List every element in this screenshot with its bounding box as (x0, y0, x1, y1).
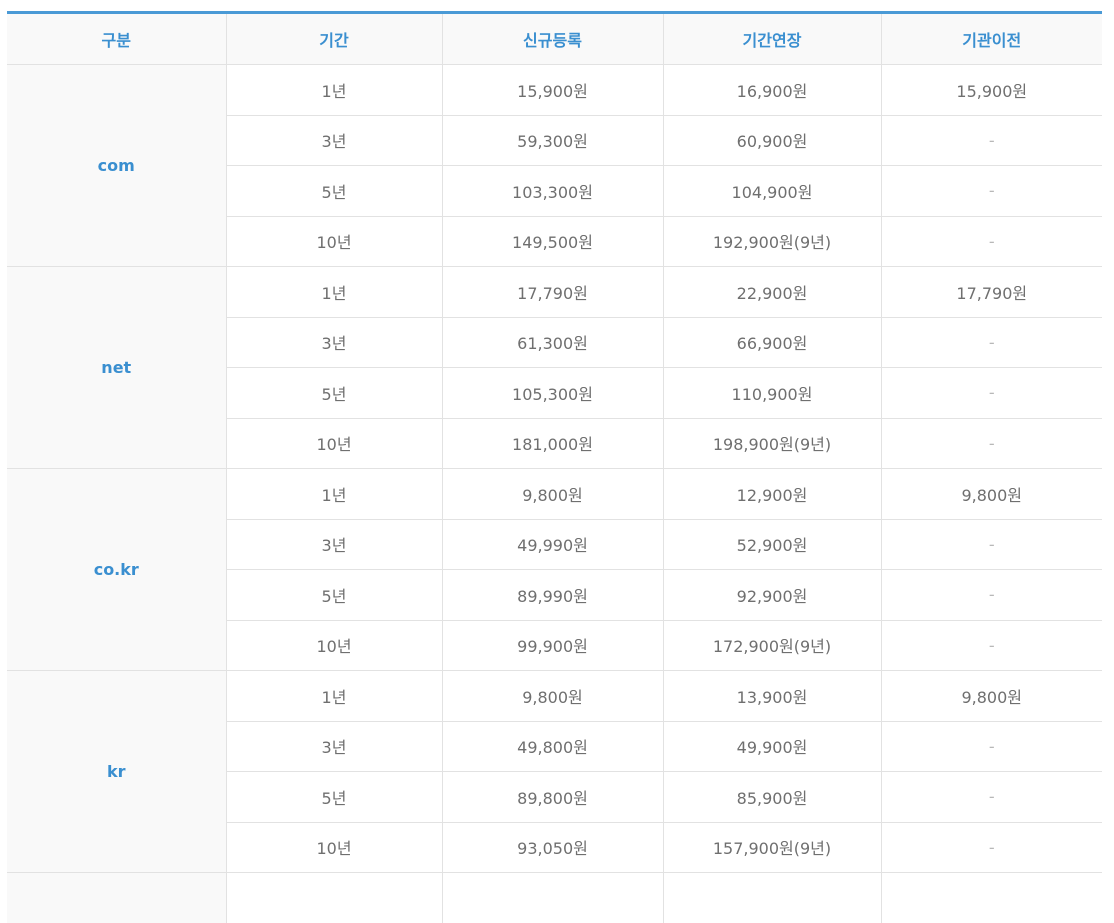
transfer-price-cell: - (881, 368, 1102, 419)
renewal-price-cell: 22,900원 (663, 267, 881, 318)
header-transfer: 기관이전 (881, 13, 1102, 65)
new-registration-price-cell: 17,790원 (442, 267, 663, 318)
domain-category-cell: kr (7, 671, 226, 873)
renewal-price-cell: 110,900원 (663, 368, 881, 419)
period-cell: 10년 (226, 620, 442, 671)
period-cell: 1년 (226, 267, 442, 318)
new-registration-price-cell: 99,900원 (442, 620, 663, 671)
renewal-price-cell: 198,900원(9년) (663, 418, 881, 469)
period-cell: 10년 (226, 418, 442, 469)
renewal-price-cell: 60,900원 (663, 115, 881, 166)
table-row: com1년15,900원16,900원15,900원 (7, 65, 1102, 116)
new-registration-price-cell: 59,300원 (442, 115, 663, 166)
transfer-price-cell: - (881, 317, 1102, 368)
renewal-price-cell: 192,900원(9년) (663, 216, 881, 267)
domain-category-cell: com (7, 65, 226, 267)
renewal-price-cell: 157,900원(9년) (663, 822, 881, 873)
renewal-price-cell: 92,900원 (663, 570, 881, 621)
new-registration-price-cell: 89,990원 (442, 570, 663, 621)
transfer-price-cell: 9,800원 (881, 469, 1102, 520)
new-registration-price-cell: 149,500원 (442, 216, 663, 267)
header-period: 기간 (226, 13, 442, 65)
transfer-price-cell: 17,790원 (881, 267, 1102, 318)
header-renewal: 기간연장 (663, 13, 881, 65)
header-category: 구분 (7, 13, 226, 65)
domain-category-cell: co.kr (7, 469, 226, 671)
period-cell: 10년 (226, 216, 442, 267)
table-row: net1년17,790원22,900원17,790원 (7, 267, 1102, 318)
table-body: com1년15,900원16,900원15,900원3년59,300원60,90… (7, 65, 1102, 923)
renewal-price-cell: 66,900원 (663, 317, 881, 368)
period-cell: 5년 (226, 166, 442, 217)
renewal-price-cell: 104,900원 (663, 166, 881, 217)
renewal-price-cell: 12,900원 (663, 469, 881, 520)
renewal-price-cell: 172,900원(9년) (663, 620, 881, 671)
period-cell: 3년 (226, 317, 442, 368)
new-registration-price-cell: 9,800원 (442, 469, 663, 520)
period-cell: 1년 (226, 671, 442, 722)
new-registration-price-cell: 61,300원 (442, 317, 663, 368)
empty-cell (881, 873, 1102, 923)
transfer-price-cell: - (881, 115, 1102, 166)
domain-category-cell: net (7, 267, 226, 469)
period-cell: 5년 (226, 570, 442, 621)
header-new-registration: 신규등록 (442, 13, 663, 65)
transfer-price-cell: - (881, 166, 1102, 217)
period-cell: 3년 (226, 721, 442, 772)
renewal-price-cell: 16,900원 (663, 65, 881, 116)
transfer-price-cell: - (881, 519, 1102, 570)
period-cell: 5년 (226, 368, 442, 419)
transfer-price-cell: - (881, 216, 1102, 267)
new-registration-price-cell: 105,300원 (442, 368, 663, 419)
transfer-price-cell: 15,900원 (881, 65, 1102, 116)
empty-cell (7, 873, 226, 923)
renewal-price-cell: 49,900원 (663, 721, 881, 772)
empty-cell (226, 873, 442, 923)
period-cell: 1년 (226, 65, 442, 116)
period-cell: 3년 (226, 519, 442, 570)
new-registration-price-cell: 103,300원 (442, 166, 663, 217)
new-registration-price-cell: 93,050원 (442, 822, 663, 873)
new-registration-price-cell: 9,800원 (442, 671, 663, 722)
table-row: kr1년9,800원13,900원9,800원 (7, 671, 1102, 722)
transfer-price-cell: - (881, 772, 1102, 823)
transfer-price-cell: 9,800원 (881, 671, 1102, 722)
table-row (7, 873, 1102, 923)
table-header-row: 구분 기간 신규등록 기간연장 기관이전 (7, 13, 1102, 65)
domain-price-table: 구분 기간 신규등록 기간연장 기관이전 com1년15,900원16,900원… (7, 11, 1102, 923)
transfer-price-cell: - (881, 721, 1102, 772)
empty-cell (442, 873, 663, 923)
new-registration-price-cell: 49,990원 (442, 519, 663, 570)
domain-price-table-container: 구분 기간 신규등록 기간연장 기관이전 com1년15,900원16,900원… (7, 11, 1102, 923)
transfer-price-cell: - (881, 620, 1102, 671)
new-registration-price-cell: 49,800원 (442, 721, 663, 772)
transfer-price-cell: - (881, 822, 1102, 873)
renewal-price-cell: 13,900원 (663, 671, 881, 722)
period-cell: 5년 (226, 772, 442, 823)
period-cell: 10년 (226, 822, 442, 873)
period-cell: 1년 (226, 469, 442, 520)
period-cell: 3년 (226, 115, 442, 166)
renewal-price-cell: 85,900원 (663, 772, 881, 823)
renewal-price-cell: 52,900원 (663, 519, 881, 570)
new-registration-price-cell: 89,800원 (442, 772, 663, 823)
transfer-price-cell: - (881, 570, 1102, 621)
table-row: co.kr1년9,800원12,900원9,800원 (7, 469, 1102, 520)
new-registration-price-cell: 15,900원 (442, 65, 663, 116)
empty-cell (663, 873, 881, 923)
transfer-price-cell: - (881, 418, 1102, 469)
new-registration-price-cell: 181,000원 (442, 418, 663, 469)
